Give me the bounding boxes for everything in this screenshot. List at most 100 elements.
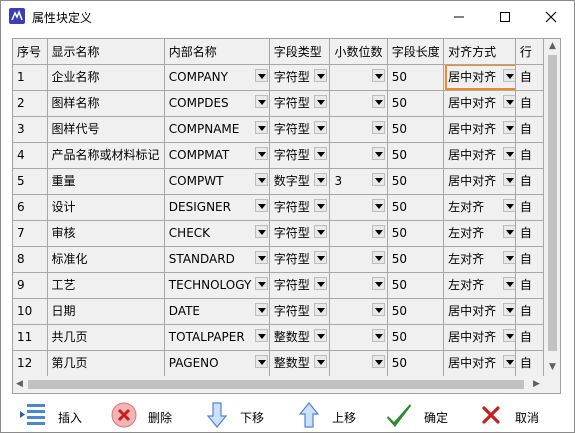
cell-alignment[interactable]: 居中对齐 — [443, 168, 516, 195]
cell-field-length[interactable]: 50 — [387, 116, 445, 143]
cell-internal-name[interactable]: CHECK — [164, 220, 270, 247]
cell-decimals[interactable] — [329, 116, 388, 143]
maximize-button[interactable] — [482, 1, 528, 32]
cell-field-length[interactable]: 50 — [387, 90, 445, 117]
dropdown-arrow-icon[interactable] — [503, 225, 515, 238]
dropdown-arrow-icon[interactable] — [503, 251, 515, 264]
dropdown-arrow-icon[interactable] — [254, 199, 268, 212]
vertical-scrollbar[interactable]: ▲ ▼ — [544, 39, 560, 376]
cell-display-name[interactable]: 工艺 — [47, 272, 165, 299]
cell-alignment[interactable]: 居中对齐 — [443, 90, 516, 117]
dropdown-arrow-icon[interactable] — [503, 121, 515, 134]
cell-display-name[interactable]: 共几页 — [47, 324, 165, 351]
ok-button[interactable]: 确定 — [385, 401, 455, 429]
dropdown-arrow-icon[interactable] — [313, 303, 327, 316]
cell-internal-name[interactable]: COMPMAT — [164, 142, 270, 169]
dropdown-arrow-icon[interactable] — [372, 69, 386, 82]
cell-field-length[interactable]: 50 — [387, 142, 445, 169]
dropdown-arrow-icon[interactable] — [254, 225, 268, 238]
dropdown-arrow-icon[interactable] — [254, 251, 268, 264]
table-row[interactable]: 11 共几页 TOTALPAPER 整数型 50 居中对齐 自 — [13, 324, 544, 351]
dropdown-arrow-icon[interactable] — [503, 69, 515, 82]
cell-display-name[interactable]: 产品名称或材料标记 — [47, 142, 165, 169]
dropdown-arrow-icon[interactable] — [313, 173, 327, 186]
cell-field-type[interactable]: 字符型 — [269, 246, 331, 273]
cell-internal-name[interactable]: COMPDES — [164, 90, 270, 117]
cell-row[interactable]: 自 — [515, 350, 544, 376]
cell-decimals[interactable] — [329, 90, 388, 117]
dropdown-arrow-icon[interactable] — [503, 303, 515, 316]
cell-decimals[interactable] — [329, 324, 388, 351]
cell-alignment[interactable]: 居中对齐 — [443, 64, 516, 91]
scroll-right-icon[interactable]: ▶ — [533, 379, 540, 389]
dropdown-arrow-icon[interactable] — [372, 121, 386, 134]
table-row[interactable]: 4 产品名称或材料标记 COMPMAT 字符型 50 居中对齐 自 — [13, 142, 544, 169]
cell-field-type[interactable]: 字符型 — [269, 90, 331, 117]
cell-row[interactable]: 自 — [515, 220, 544, 247]
cell-row[interactable]: 自 — [515, 324, 544, 351]
cell-field-type[interactable]: 字符型 — [269, 298, 331, 325]
cell-display-name[interactable]: 图样名称 — [47, 90, 165, 117]
dropdown-arrow-icon[interactable] — [372, 173, 386, 186]
dropdown-arrow-icon[interactable] — [254, 121, 268, 134]
cell-decimals[interactable] — [329, 64, 388, 91]
dropdown-arrow-icon[interactable] — [372, 95, 386, 108]
vertical-scroll-thumb[interactable] — [548, 55, 557, 351]
table-row[interactable]: 12 第几页 PAGENO 整数型 50 居中对齐 自 — [13, 350, 544, 376]
cell-internal-name[interactable]: DATE — [164, 298, 270, 325]
dropdown-arrow-icon[interactable] — [254, 329, 268, 342]
dropdown-arrow-icon[interactable] — [503, 95, 515, 108]
cell-row[interactable]: 自 — [515, 116, 544, 143]
cancel-button[interactable]: 取消 — [479, 401, 549, 429]
cell-field-type[interactable]: 字符型 — [269, 194, 331, 221]
dropdown-arrow-icon[interactable] — [313, 277, 327, 290]
cell-display-name[interactable]: 审核 — [47, 220, 165, 247]
cell-field-type[interactable]: 字符型 — [269, 220, 331, 247]
cell-alignment[interactable]: 左对齐 — [443, 272, 516, 299]
cell-internal-name[interactable]: PAGENO — [164, 350, 270, 376]
cell-decimals[interactable] — [329, 350, 388, 376]
dropdown-arrow-icon[interactable] — [313, 225, 327, 238]
dropdown-arrow-icon[interactable] — [254, 69, 268, 82]
cell-row[interactable]: 自 — [515, 64, 544, 91]
dropdown-arrow-icon[interactable] — [503, 355, 515, 368]
cell-field-type[interactable]: 字符型 — [269, 272, 331, 299]
scroll-up-icon[interactable]: ▲ — [549, 41, 556, 51]
cell-field-type[interactable]: 整数型 — [269, 324, 331, 351]
cell-field-length[interactable]: 50 — [387, 168, 445, 195]
cell-internal-name[interactable]: COMPWT — [164, 168, 270, 195]
cell-internal-name[interactable]: DESIGNER — [164, 194, 270, 221]
dropdown-arrow-icon[interactable] — [503, 199, 515, 212]
cell-field-type[interactable]: 字符型 — [269, 64, 331, 91]
cell-field-length[interactable]: 50 — [387, 272, 445, 299]
move-up-button[interactable]: 上移 — [297, 401, 367, 429]
cell-decimals[interactable]: 3 — [329, 168, 388, 195]
cell-alignment[interactable]: 居中对齐 — [443, 350, 516, 376]
table-row[interactable]: 9 工艺 TECHNOLOGY 字符型 50 左对齐 自 — [13, 272, 544, 299]
cell-display-name[interactable]: 设计 — [47, 194, 165, 221]
cell-display-name[interactable]: 第几页 — [47, 350, 165, 376]
table-row[interactable]: 3 图样代号 COMPNAME 字符型 50 居中对齐 自 — [13, 116, 544, 143]
dropdown-arrow-icon[interactable] — [254, 173, 268, 186]
cell-alignment[interactable]: 左对齐 — [443, 246, 516, 273]
cell-alignment[interactable]: 居中对齐 — [443, 324, 516, 351]
cell-field-type[interactable]: 数字型 — [269, 168, 331, 195]
cell-display-name[interactable]: 日期 — [47, 298, 165, 325]
cell-field-length[interactable]: 50 — [387, 64, 445, 91]
table-row[interactable]: 1 企业名称 COMPANY 字符型 50 居中对齐 自 — [13, 64, 544, 91]
scroll-down-icon[interactable]: ▼ — [549, 362, 556, 372]
cell-field-length[interactable]: 50 — [387, 324, 445, 351]
scroll-left-icon[interactable]: ◀ — [16, 379, 23, 389]
cell-display-name[interactable]: 标准化 — [47, 246, 165, 273]
minimize-button[interactable] — [436, 1, 482, 32]
dropdown-arrow-icon[interactable] — [313, 69, 327, 82]
cell-row[interactable]: 自 — [515, 142, 544, 169]
cell-internal-name[interactable]: STANDARD — [164, 246, 270, 273]
cell-row[interactable]: 自 — [515, 168, 544, 195]
dropdown-arrow-icon[interactable] — [313, 95, 327, 108]
dropdown-arrow-icon[interactable] — [313, 251, 327, 264]
cell-row[interactable]: 自 — [515, 246, 544, 273]
cell-alignment[interactable]: 左对齐 — [443, 220, 516, 247]
cell-field-length[interactable]: 50 — [387, 350, 445, 376]
dropdown-arrow-icon[interactable] — [254, 277, 268, 290]
